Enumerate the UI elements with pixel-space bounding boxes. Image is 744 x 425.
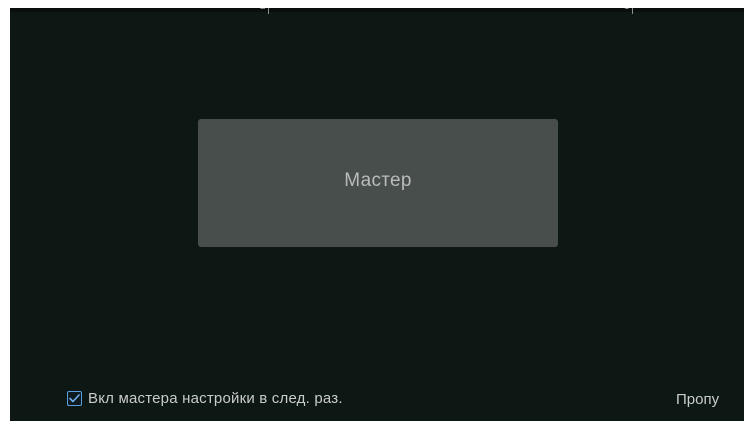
top-ruler-mark: 3 (624, 8, 630, 12)
top-ruler-mark: 2 (260, 8, 266, 12)
top-ruler-tick (632, 8, 633, 14)
wizard-screen: 2 3 Мастер Вкл мастера настройки в след.… (10, 8, 744, 421)
wizard-tile-button[interactable]: Мастер (198, 119, 558, 247)
show-wizard-checkbox[interactable] (67, 391, 82, 406)
show-wizard-next-time-option[interactable]: Вкл мастера настройки в след. раз. (67, 390, 343, 407)
skip-button[interactable]: Пропу (676, 391, 719, 408)
show-wizard-checkbox-label: Вкл мастера настройки в след. раз. (88, 390, 343, 407)
top-strip (10, 8, 744, 12)
checkmark-icon (69, 394, 80, 403)
wizard-tile-label: Мастер (344, 170, 412, 191)
top-ruler-tick (268, 8, 269, 14)
